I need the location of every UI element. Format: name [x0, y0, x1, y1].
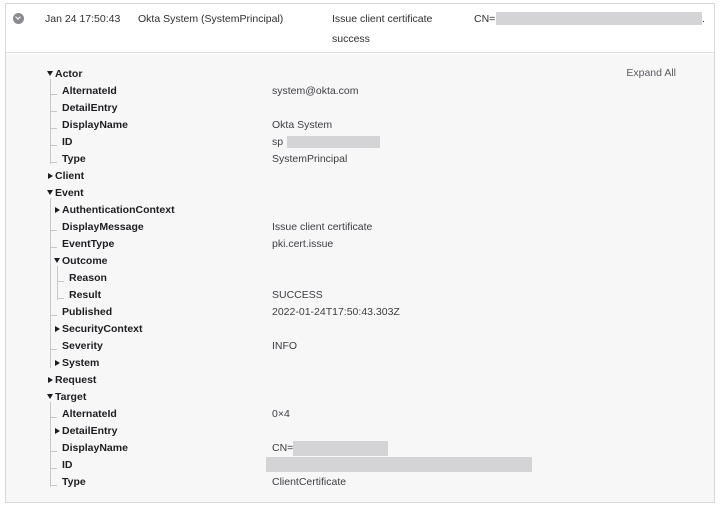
field-target-type: Type ClientCertificate	[6, 474, 706, 491]
field-key: Type	[62, 476, 86, 488]
field-key: Published	[62, 306, 113, 318]
tree-node-actor[interactable]: Actor	[6, 66, 706, 83]
field-outcome-reason: Reason	[6, 270, 706, 287]
node-label: Target	[55, 391, 87, 403]
node-label: Request	[55, 374, 97, 386]
field-actor-alternate-id: AlternateId system@okta.com	[6, 83, 706, 100]
field-key: DisplayName	[62, 119, 128, 131]
field-key: System	[62, 357, 100, 369]
field-key: Type	[62, 153, 86, 165]
redacted-actor-id	[287, 136, 380, 148]
event-target-suffix: .	[702, 13, 705, 25]
caret-right-icon[interactable]	[55, 207, 60, 213]
field-key: SecurityContext	[62, 323, 143, 335]
chevron-down-icon[interactable]	[13, 13, 24, 24]
field-value: sp	[272, 136, 284, 148]
field-actor-detail-entry: DetailEntry	[6, 100, 706, 117]
field-value: INFO	[272, 340, 298, 352]
field-value: 0×4	[272, 408, 290, 420]
caret-down-icon[interactable]	[47, 71, 53, 76]
tree-node-system[interactable]: System	[6, 355, 706, 372]
field-value: pki.cert.issue	[272, 238, 334, 250]
field-actor-display-name: DisplayName Okta System	[6, 117, 706, 134]
caret-right-icon[interactable]	[55, 326, 60, 332]
node-label: Actor	[55, 68, 83, 80]
tree-node-outcome[interactable]: Outcome	[6, 253, 706, 270]
field-key: ID	[62, 459, 73, 471]
redacted-target	[496, 12, 702, 25]
node-label: Client	[55, 170, 85, 182]
field-key: EventType	[62, 238, 115, 250]
field-key: Result	[69, 289, 102, 301]
tree-node-event[interactable]: Event	[6, 185, 706, 202]
field-key: AlternateId	[62, 408, 117, 420]
redacted-target-display-name	[293, 441, 388, 456]
field-key: Reason	[69, 272, 107, 284]
field-value: SUCCESS	[272, 289, 323, 301]
tree-node-target[interactable]: Target	[6, 389, 706, 406]
field-value: system@okta.com	[272, 85, 359, 97]
event-time: Jan 24 17:50:43	[45, 13, 121, 25]
field-key: AlternateId	[62, 85, 117, 97]
field-key: DetailEntry	[62, 102, 118, 114]
field-value: ClientCertificate	[272, 476, 347, 488]
field-key: ID	[62, 136, 73, 148]
log-entry: Jan 24 17:50:43 Okta System (SystemPrinc…	[5, 3, 715, 503]
field-value: Okta System	[272, 119, 333, 131]
tree-node-security-context[interactable]: SecurityContext	[6, 321, 706, 338]
caret-down-icon[interactable]	[47, 190, 53, 195]
field-event-type: EventType pki.cert.issue	[6, 236, 706, 253]
tree-node-target-detail-entry[interactable]: DetailEntry	[6, 423, 706, 440]
field-key: DisplayName	[62, 442, 128, 454]
redacted-target-id	[266, 457, 532, 472]
field-event-display-message: DisplayMessage Issue client certificate	[6, 219, 706, 236]
caret-right-icon[interactable]	[55, 360, 60, 366]
field-key: DisplayMessage	[62, 221, 144, 233]
field-key: Outcome	[62, 255, 108, 267]
caret-right-icon[interactable]	[55, 428, 60, 434]
field-actor-id: ID sp	[6, 134, 706, 151]
caret-right-icon[interactable]	[48, 173, 53, 179]
field-event-severity: Severity INFO	[6, 338, 706, 355]
field-target-display-name: DisplayName CN=	[6, 440, 706, 457]
field-value: 2022-01-24T17:50:43.303Z	[272, 306, 400, 318]
field-actor-type: Type SystemPrincipal	[6, 151, 706, 168]
node-label: Event	[55, 187, 84, 199]
field-outcome-result: Result SUCCESS	[6, 287, 706, 304]
tree-node-client[interactable]: Client	[6, 168, 706, 185]
field-event-published: Published 2022-01-24T17:50:43.303Z	[6, 304, 706, 321]
field-target-id: ID	[6, 457, 706, 474]
field-key: DetailEntry	[62, 425, 118, 437]
event-target-prefix: CN=	[474, 13, 496, 25]
event-actor: Okta System (SystemPrincipal)	[138, 13, 284, 25]
field-value: SystemPrincipal	[272, 153, 348, 165]
tree-node-authentication-context[interactable]: AuthenticationContext	[6, 202, 706, 219]
caret-down-icon[interactable]	[47, 394, 53, 399]
field-key: Severity	[62, 340, 103, 352]
event-outcome: success	[332, 33, 370, 45]
caret-down-icon[interactable]	[54, 258, 60, 263]
event-details-panel: Expand All Actor AlternateId system@okta…	[6, 54, 714, 502]
field-target-alternate-id: AlternateId 0×4	[6, 406, 706, 423]
event-description: Issue client certificate	[332, 13, 433, 25]
tree-node-request[interactable]: Request	[6, 372, 706, 389]
field-value: CN=	[272, 442, 294, 454]
field-key: AuthenticationContext	[62, 204, 175, 216]
log-summary-row[interactable]: Jan 24 17:50:43 Okta System (SystemPrinc…	[6, 4, 714, 53]
field-value: Issue client certificate	[272, 221, 373, 233]
caret-right-icon[interactable]	[48, 377, 53, 383]
